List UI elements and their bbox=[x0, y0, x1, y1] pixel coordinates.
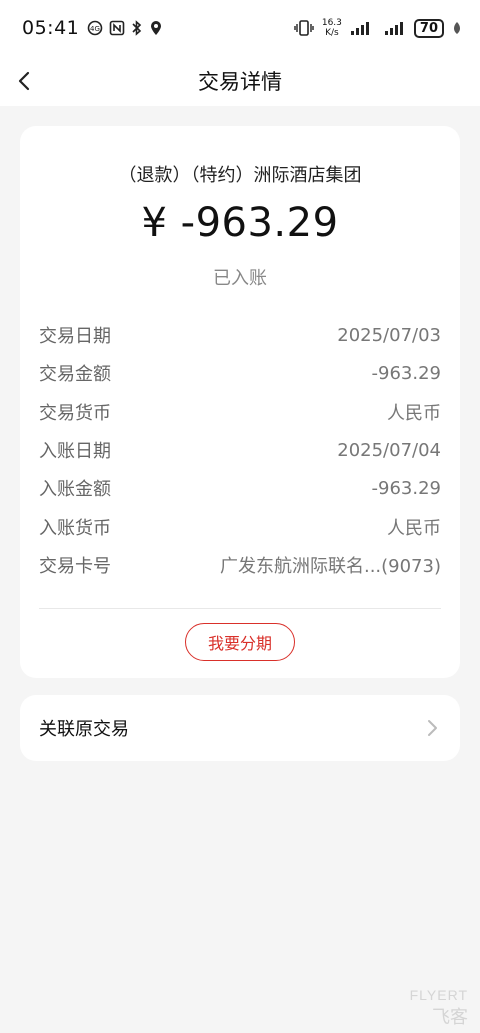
detail-row-transaction-date: 交易日期 2025/07/03 bbox=[39, 316, 441, 354]
detail-label: 交易货币 bbox=[39, 402, 111, 424]
net-speed-unit: K/s bbox=[325, 28, 339, 38]
divider bbox=[39, 608, 441, 609]
battery-indicator: 70 bbox=[413, 18, 444, 38]
detail-value: 2025/07/04 bbox=[337, 439, 441, 461]
svg-text:4G: 4G bbox=[90, 25, 100, 33]
watermark: FLYERT 飞客 bbox=[410, 987, 468, 1029]
bluetooth-icon bbox=[131, 20, 143, 36]
status-bar: 05:41 4G 16.3 K/s 70 bbox=[0, 0, 480, 56]
transaction-amount: ¥ -963.29 bbox=[141, 200, 339, 246]
signal-icon bbox=[350, 20, 372, 36]
detail-label: 交易日期 bbox=[39, 326, 111, 348]
detail-row-posting-amount: 入账金额 -963.29 bbox=[39, 469, 441, 507]
detail-row-posting-date: 入账日期 2025/07/04 bbox=[39, 431, 441, 469]
detail-value: 2025/07/03 bbox=[337, 324, 441, 346]
transaction-detail-card: （退款）（特约）洲际酒店集团 ¥ -963.29 已入账 交易日期 2025/0… bbox=[20, 126, 460, 678]
status-left-icons: 4G bbox=[87, 20, 163, 36]
nav-bar: 交易详情 bbox=[0, 56, 480, 106]
detail-list: 交易日期 2025/07/03 交易金额 -963.29 交易货币 人民币 入账… bbox=[39, 316, 441, 584]
vibrate-icon bbox=[294, 20, 314, 36]
watermark-line1: FLYERT bbox=[409, 987, 468, 1003]
detail-row-transaction-amount: 交易金额 -963.29 bbox=[39, 354, 441, 392]
leaf-icon bbox=[452, 20, 462, 36]
detail-value: 广发东航洲际联名...(9073) bbox=[219, 555, 441, 577]
merchant-name: （退款）（特约）洲际酒店集团 bbox=[118, 165, 362, 186]
watermark-line2: 飞客 bbox=[432, 1007, 468, 1027]
transaction-status: 已入账 bbox=[213, 268, 267, 289]
net-speed-value: 16.3 bbox=[321, 18, 342, 28]
signal-icon-2 bbox=[380, 20, 406, 36]
detail-label: 交易金额 bbox=[39, 364, 111, 386]
status-time: 05:41 bbox=[22, 17, 80, 39]
related-transaction-label: 关联原交易 bbox=[39, 719, 129, 740]
hd-call-icon: 4G bbox=[87, 20, 103, 36]
location-icon bbox=[149, 20, 163, 36]
status-right-icons: 16.3 K/s 70 bbox=[294, 0, 462, 56]
detail-row-transaction-currency: 交易货币 人民币 bbox=[39, 393, 441, 431]
installment-button[interactable]: 我要分期 bbox=[185, 623, 295, 661]
net-speed: 16.3 K/s bbox=[322, 18, 342, 38]
detail-row-posting-currency: 入账货币 人民币 bbox=[39, 507, 441, 545]
detail-value: -963.29 bbox=[371, 362, 441, 384]
detail-value: 人民币 bbox=[387, 402, 441, 424]
detail-value: -963.29 bbox=[371, 477, 441, 499]
detail-label: 入账日期 bbox=[39, 441, 111, 463]
detail-row-card-number: 交易卡号 广发东航洲际联名...(9073) bbox=[39, 546, 441, 584]
detail-label: 入账金额 bbox=[39, 479, 111, 501]
detail-label: 入账货币 bbox=[39, 517, 111, 539]
related-transaction-row[interactable]: 关联原交易 bbox=[20, 695, 460, 761]
nfc-icon bbox=[109, 20, 125, 36]
chevron-right-icon bbox=[423, 717, 441, 739]
page-title: 交易详情 bbox=[198, 70, 282, 94]
detail-value: 人民币 bbox=[387, 517, 441, 539]
back-arrow-icon[interactable] bbox=[12, 64, 46, 98]
detail-label: 交易卡号 bbox=[39, 555, 111, 577]
